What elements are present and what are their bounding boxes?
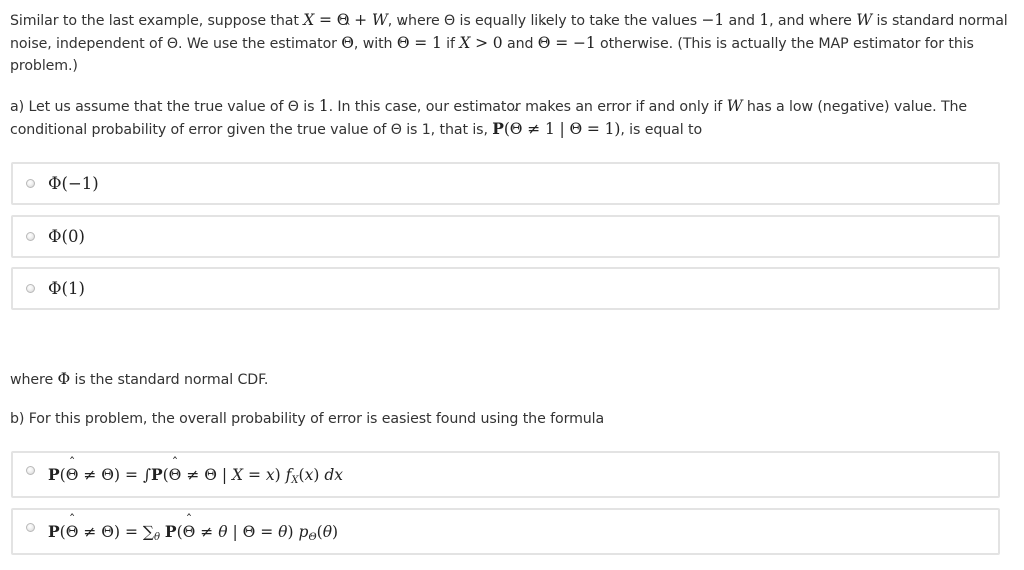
option-formula: P(ˆ Θ ≠ Θ) = ∑θ P(ˆ Θ ≠ θ | Θ = θ) pΘ(θ)	[48, 513, 339, 543]
option-formula: P(ˆ Θ ≠ Θ) = ∫P(ˆ Θ ≠ Θ | X = x) fX(x) dx	[48, 456, 343, 486]
radio-button[interactable]	[26, 466, 35, 475]
radio-button[interactable]	[26, 284, 35, 293]
intro-paragraph: Similar to the last example, suppose tha…	[10, 11, 1008, 74]
option-label: Φ(0)	[48, 227, 85, 246]
option-b-1[interactable]: P(ˆ Θ ≠ Θ) = ∫P(ˆ Θ ≠ Θ | X = x) fX(x) dx	[11, 451, 1000, 498]
part-a-question: a) Let us assume that the true value of …	[10, 97, 968, 138]
option-label: Φ(1)	[48, 279, 85, 298]
option-b-2[interactable]: P(ˆ Θ ≠ Θ) = ∑θ P(ˆ Θ ≠ θ | Θ = θ) pΘ(θ)	[11, 508, 1000, 555]
radio-button[interactable]	[26, 232, 35, 241]
phi-definition: where Φ is the standard normal CDF.	[10, 370, 269, 388]
radio-button[interactable]	[26, 523, 35, 532]
option-label: Φ(−1)	[48, 174, 99, 193]
option-a-1[interactable]: Φ(−1)	[11, 162, 1000, 205]
theta-hat-symbol: ˆΘ	[341, 22, 354, 52]
part-b-question: b) For this problem, the overall probabi…	[10, 411, 605, 427]
radio-button[interactable]	[26, 179, 35, 188]
option-a-3[interactable]: Φ(1)	[11, 267, 1000, 310]
option-a-2[interactable]: Φ(0)	[11, 215, 1000, 258]
